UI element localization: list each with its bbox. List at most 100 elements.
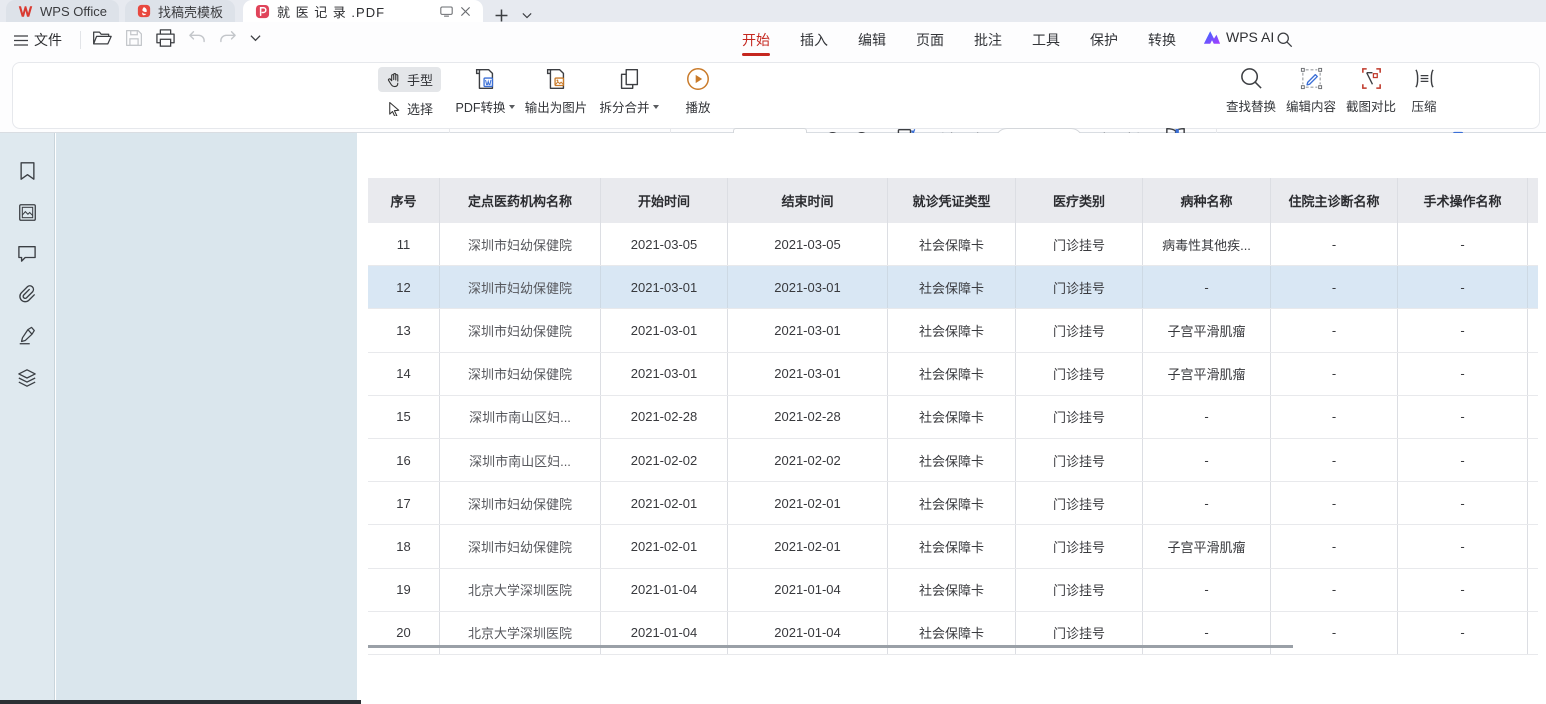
close-tab-icon[interactable] bbox=[460, 6, 471, 17]
table-row[interactable]: 20北京大学深圳医院2021-01-042021-01-04社会保障卡门诊挂号-… bbox=[368, 612, 1538, 655]
column-header: 住院主诊断名称 bbox=[1271, 178, 1398, 223]
table-cell: 15 bbox=[368, 396, 440, 438]
table-cell: 北京大学深圳医院 bbox=[440, 569, 601, 611]
table-cell: 深圳市妇幼保健院 bbox=[440, 266, 601, 308]
table-row[interactable]: 17深圳市妇幼保健院2021-02-012021-02-01社会保障卡门诊挂号-… bbox=[368, 482, 1538, 525]
docer-icon bbox=[137, 4, 151, 18]
table-row[interactable]: 11深圳市妇幼保健院2021-03-052021-03-05社会保障卡门诊挂号病… bbox=[368, 223, 1538, 266]
table-row[interactable]: 13深圳市妇幼保健院2021-03-012021-03-01社会保障卡门诊挂号子… bbox=[368, 309, 1538, 352]
document-canvas[interactable] bbox=[56, 133, 357, 700]
caret-icon bbox=[509, 105, 515, 109]
table-cell: - bbox=[1271, 569, 1398, 611]
column-header: 手术操作名称 bbox=[1398, 178, 1528, 223]
table-cell: - bbox=[1398, 569, 1528, 611]
tab-docer-template[interactable]: 找稿壳模板 bbox=[125, 0, 235, 22]
select-tool-button[interactable]: 选择 bbox=[378, 96, 441, 121]
save-icon[interactable] bbox=[125, 29, 143, 47]
enter-screen-icon[interactable] bbox=[440, 6, 453, 17]
table-cell: - bbox=[1398, 266, 1528, 308]
table-cell: 2021-02-01 bbox=[728, 482, 888, 524]
table-row[interactable]: 15深圳市南山区妇...2021-02-282021-02-28社会保障卡门诊挂… bbox=[368, 396, 1538, 439]
taskbar-edge bbox=[0, 700, 361, 704]
redo-icon[interactable] bbox=[219, 30, 237, 46]
table-cell: 2021-03-01 bbox=[728, 309, 888, 351]
tab-label: 找稿壳模板 bbox=[158, 2, 223, 21]
tab-document-active[interactable]: 就 医 记 录 .PDF bbox=[243, 0, 483, 22]
table-cell-sliver bbox=[1528, 569, 1538, 611]
table-cell: 社会保障卡 bbox=[888, 266, 1016, 308]
table-cell: 门诊挂号 bbox=[1016, 482, 1143, 524]
play-button[interactable]: 播放 bbox=[676, 66, 720, 116]
wps-ai-button[interactable]: WPS AI bbox=[1203, 29, 1274, 45]
menu-item-page[interactable]: 页面 bbox=[914, 22, 946, 58]
table-cell: - bbox=[1271, 266, 1398, 308]
table-row[interactable]: 18深圳市妇幼保健院2021-02-012021-02-01社会保障卡门诊挂号子… bbox=[368, 525, 1538, 568]
table-cell: 深圳市南山区妇... bbox=[440, 439, 601, 481]
file-menu-button[interactable]: 文件 bbox=[14, 30, 62, 50]
edit-content-label: 编辑内容 bbox=[1286, 96, 1336, 115]
table-row[interactable]: 19北京大学深圳医院2021-01-042021-01-04社会保障卡门诊挂号-… bbox=[368, 569, 1538, 612]
table-cell: 子宫平滑肌瘤 bbox=[1143, 353, 1271, 395]
cursor-icon bbox=[386, 101, 401, 116]
table-cell: 2021-02-02 bbox=[601, 439, 728, 481]
table-cell-sliver bbox=[1528, 482, 1538, 524]
menu-item-insert[interactable]: 插入 bbox=[798, 22, 830, 58]
split-merge-label: 拆分合并 bbox=[599, 97, 649, 116]
quick-access-chevron-icon[interactable] bbox=[250, 34, 261, 42]
tab-list-chevron-icon[interactable] bbox=[522, 12, 532, 19]
table-cell: 2021-02-01 bbox=[728, 525, 888, 567]
table-cell: - bbox=[1398, 396, 1528, 438]
table-cell: 深圳市妇幼保健院 bbox=[440, 482, 601, 524]
table-cell: 门诊挂号 bbox=[1016, 223, 1143, 265]
layers-panel-icon[interactable] bbox=[17, 368, 37, 388]
hand-tool-button[interactable]: 手型 bbox=[378, 67, 441, 92]
table-row[interactable]: 12深圳市妇幼保健院2021-03-012021-03-01社会保障卡门诊挂号-… bbox=[368, 266, 1538, 309]
pdf-convert-button[interactable]: PDF转换 bbox=[452, 66, 518, 116]
undo-icon[interactable] bbox=[188, 30, 206, 46]
table-row[interactable]: 14深圳市妇幼保健院2021-03-012021-03-01社会保障卡门诊挂号子… bbox=[368, 353, 1538, 396]
table-cell: 深圳市妇幼保健院 bbox=[440, 525, 601, 567]
split-merge-button[interactable]: 拆分合并 bbox=[594, 66, 664, 116]
menu-item-tools[interactable]: 工具 bbox=[1030, 22, 1062, 58]
menu-item-convert[interactable]: 转换 bbox=[1146, 22, 1178, 58]
print-icon[interactable] bbox=[156, 29, 175, 47]
tab-wps-office[interactable]: WPS Office bbox=[6, 0, 119, 22]
comment-panel-icon[interactable] bbox=[17, 244, 37, 262]
menu-item-edit[interactable]: 编辑 bbox=[856, 22, 888, 58]
column-header-sliver bbox=[1528, 178, 1538, 223]
menu-item-protect[interactable]: 保护 bbox=[1088, 22, 1120, 58]
open-file-icon[interactable] bbox=[92, 29, 112, 47]
table-cell-sliver bbox=[1528, 353, 1538, 395]
table-row[interactable]: 16深圳市南山区妇...2021-02-022021-02-02社会保障卡门诊挂… bbox=[368, 439, 1538, 482]
window-tab-bar: WPS Office 找稿壳模板 就 医 记 录 .PDF bbox=[0, 0, 1546, 22]
table-cell: 深圳市妇幼保健院 bbox=[440, 223, 601, 265]
menu-item-home[interactable]: 开始 bbox=[740, 22, 772, 58]
bookmark-panel-icon[interactable] bbox=[18, 161, 37, 181]
table-cell: 深圳市妇幼保健院 bbox=[440, 309, 601, 351]
compress-button[interactable]: 压缩 bbox=[1403, 66, 1445, 115]
export-image-button[interactable]: 输出为图片 bbox=[522, 66, 590, 116]
compress-label: 压缩 bbox=[1411, 96, 1436, 115]
table-cell: 2021-02-28 bbox=[601, 396, 728, 438]
table-cell: - bbox=[1271, 439, 1398, 481]
table-cell: - bbox=[1398, 482, 1528, 524]
table-cell: 18 bbox=[368, 525, 440, 567]
attachment-panel-icon[interactable] bbox=[17, 284, 37, 304]
pdf-file-icon bbox=[255, 4, 270, 19]
medical-records-table: 序号定点医药机构名称开始时间结束时间就诊凭证类型医疗类别病种名称住院主诊断名称手… bbox=[368, 178, 1538, 655]
new-tab-icon[interactable] bbox=[495, 9, 508, 22]
signature-panel-icon[interactable] bbox=[17, 326, 37, 346]
edit-content-button[interactable]: 编辑内容 bbox=[1283, 66, 1339, 115]
table-cell: - bbox=[1398, 223, 1528, 265]
table-cell: 子宫平滑肌瘤 bbox=[1143, 309, 1271, 351]
export-image-icon bbox=[543, 66, 569, 92]
find-replace-button[interactable]: 查找替换 bbox=[1223, 66, 1279, 115]
screenshot-compare-button[interactable]: 截图对比 bbox=[1343, 66, 1399, 115]
find-replace-label: 查找替换 bbox=[1226, 96, 1276, 115]
thumbnail-panel-icon[interactable] bbox=[18, 203, 37, 222]
menu-item-annotate[interactable]: 批注 bbox=[972, 22, 1004, 58]
table-cell: - bbox=[1271, 309, 1398, 351]
menu-search-icon[interactable] bbox=[1276, 31, 1293, 48]
table-cell: 社会保障卡 bbox=[888, 223, 1016, 265]
screenshot-compare-label: 截图对比 bbox=[1346, 96, 1396, 115]
